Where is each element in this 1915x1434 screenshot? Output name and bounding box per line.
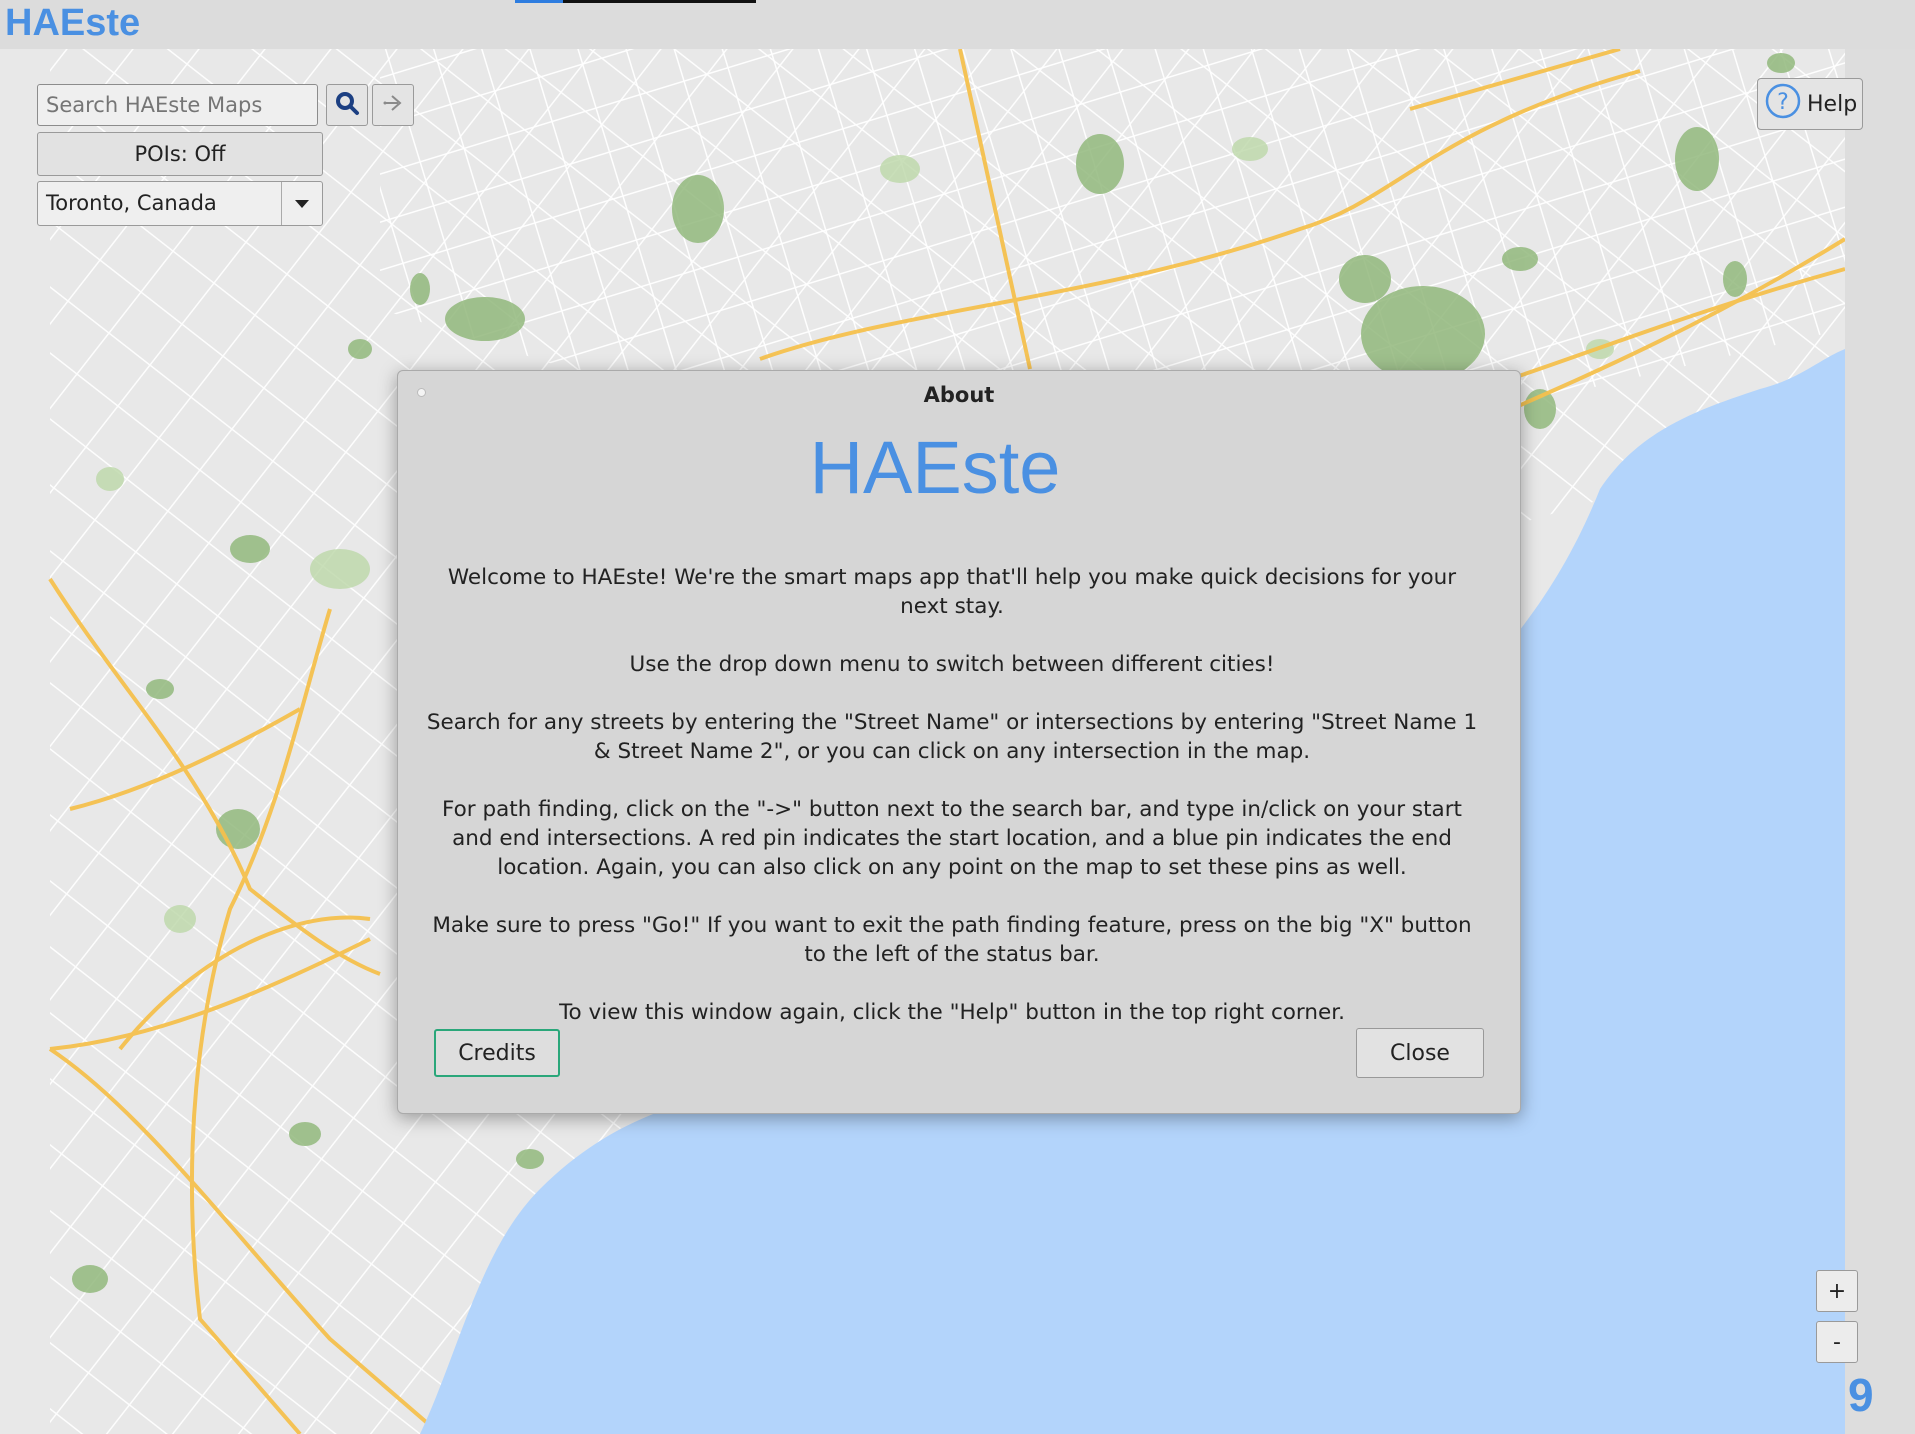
help-button[interactable]: ? Help — [1757, 78, 1863, 130]
search-icon — [334, 90, 360, 120]
help-question-icon: ? — [1765, 83, 1801, 125]
close-button[interactable]: Close — [1356, 1028, 1484, 1078]
close-label: Close — [1390, 1040, 1450, 1066]
about-dialog: About HAEste Welcome to HAEste! We're th… — [397, 370, 1521, 1114]
city-dropdown[interactable]: Toronto, Canada — [37, 181, 323, 226]
title-bar: HAEste — [0, 0, 1915, 49]
credits-button[interactable]: Credits — [434, 1029, 560, 1077]
dialog-paragraph: Use the drop down menu to switch between… — [629, 652, 1275, 677]
directions-arrow-icon — [380, 90, 406, 120]
dialog-heading: HAEste — [809, 426, 1061, 509]
search-input[interactable] — [37, 84, 318, 126]
svg-text:?: ? — [1777, 90, 1789, 115]
help-label: Help — [1807, 91, 1858, 117]
path-finding-button[interactable] — [372, 84, 414, 126]
dialog-paragraph: To view this window again, click the "He… — [559, 1000, 1345, 1025]
app-title: HAEste — [5, 2, 141, 44]
zoom-in-label: + — [1827, 1278, 1847, 1304]
search-button[interactable] — [326, 84, 368, 126]
zoom-in-button[interactable]: + — [1816, 1270, 1858, 1312]
loading-progress-bar — [515, 0, 756, 3]
dialog-paragraph: Search for any streets by entering the "… — [426, 710, 1478, 764]
chevron-down-icon — [281, 182, 322, 225]
dialog-paragraph: For path finding, click on the "->" butt… — [442, 797, 1462, 880]
city-dropdown-value: Toronto, Canada — [46, 191, 217, 215]
pois-toggle-label: POIs: Off — [134, 142, 226, 166]
dialog-paragraph: Welcome to HAEste! We're the smart maps … — [447, 565, 1457, 619]
dialog-paragraph: Make sure to press "Go!" If you want to … — [432, 913, 1472, 967]
credits-label: Credits — [458, 1040, 536, 1066]
zoom-out-button[interactable]: - — [1816, 1321, 1858, 1363]
dialog-body: Welcome to HAEste! We're the smart maps … — [422, 563, 1482, 1056]
pois-toggle-button[interactable]: POIs: Off — [37, 132, 323, 176]
dialog-title: About — [923, 383, 995, 407]
zoom-out-label: - — [1833, 1329, 1841, 1355]
corner-number-indicator: 9 — [1848, 1369, 1874, 1421]
